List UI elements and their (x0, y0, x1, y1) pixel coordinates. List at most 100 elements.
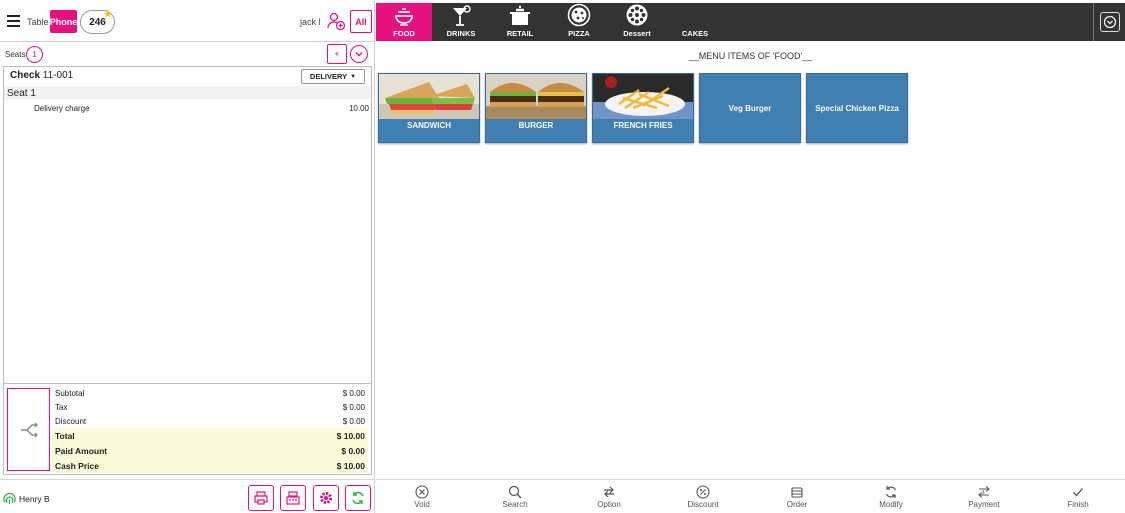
burger-image (486, 74, 586, 119)
order-item-row[interactable]: Delivery charge 10.00 (34, 104, 369, 113)
cash-price-label: Cash Price (55, 461, 99, 471)
split-check-button[interactable] (7, 388, 50, 471)
category-label: CAKES (681, 29, 709, 38)
pot-icon (510, 5, 530, 25)
cash-register-icon (286, 491, 300, 505)
menu-item-burger[interactable]: BURGER (485, 73, 587, 143)
table-mode-button[interactable]: Table (27, 17, 49, 27)
chevron-down-icon[interactable] (350, 45, 368, 63)
menu-item-special-chicken-pizza[interactable]: Special Chicken Pizza (806, 73, 908, 143)
tax-row: Tax $ 0.00 (52, 400, 368, 414)
category-cakes[interactable]: CAKES (667, 3, 723, 41)
action-label: Void (414, 500, 430, 509)
subtotal-value: $ 0.00 (342, 389, 365, 398)
order-header: Table Phone 246 ★ jack l All (0, 0, 375, 42)
cash-drawer-button[interactable] (280, 485, 306, 511)
discount-value: $ 0.00 (342, 417, 365, 426)
subtotal-label: Subtotal (55, 389, 85, 398)
action-label: Payment (968, 500, 1000, 509)
seats-label: Seats (5, 50, 26, 59)
fingerprint-icon (3, 492, 16, 505)
check-icon (1073, 488, 1083, 497)
gear-icon (320, 492, 332, 504)
discount-row: Discount $ 0.00 (52, 414, 368, 428)
total-value: $ 10.00 (336, 431, 365, 441)
paid-value: $ 0.00 (341, 446, 365, 456)
search-icon (508, 485, 522, 499)
all-button[interactable]: All (350, 10, 372, 33)
category-bar: FOOD DRINKS RETAIL PIZZA Dessert CAKES (376, 3, 1125, 41)
split-icon (20, 422, 38, 437)
dessert-icon (626, 4, 648, 26)
pizza-icon (567, 3, 591, 27)
order-type-dropdown[interactable]: DELIVERY ▼ (301, 69, 365, 84)
payment-button[interactable]: $ Payment (944, 480, 1024, 513)
check-panel: Check 11-001 DELIVERY ▼ Seat 1 Delivery … (3, 66, 372, 475)
hamburger-menu-icon[interactable] (7, 15, 20, 27)
sandwich-image (379, 74, 479, 119)
action-label: Modify (879, 500, 903, 509)
discount-button[interactable]: Discount (663, 480, 743, 513)
payment-icon: $ (978, 486, 990, 498)
search-button[interactable]: Search (475, 480, 555, 513)
option-button[interactable]: Option (569, 480, 649, 513)
cash-price-value: $ 10.00 (336, 461, 365, 471)
seat-count-badge[interactable]: 1 (26, 46, 43, 63)
food-bowl-icon (395, 8, 413, 26)
total-row: Total $ 10.00 (52, 428, 368, 443)
menu-item-sandwich[interactable]: SANDWICH (378, 73, 480, 143)
menu-item-label: SANDWICH (407, 121, 451, 130)
check-number: 11-001 (42, 70, 74, 81)
menu-item-label: Special Chicken Pizza (815, 103, 899, 113)
action-label: Order (786, 500, 808, 509)
item-name: Delivery charge (34, 104, 90, 113)
void-icon (415, 485, 429, 499)
tax-label: Tax (55, 403, 68, 412)
user-name: jack l (300, 17, 321, 27)
subtotal-row: Subtotal $ 0.00 (52, 386, 368, 400)
tax-value: $ 0.00 (342, 403, 365, 412)
void-button[interactable]: Void (382, 480, 462, 513)
refresh-button[interactable] (345, 485, 371, 511)
caret-down-icon: ▼ (350, 73, 357, 80)
paid-label: Paid Amount (55, 446, 108, 456)
category-food[interactable]: FOOD (376, 3, 432, 41)
category-collapse-button[interactable] (1093, 3, 1125, 41)
seats-bar: Seats 1 + (0, 43, 375, 65)
order-type-label: DELIVERY (309, 72, 348, 81)
add-user-icon[interactable] (326, 11, 346, 31)
seat-row[interactable]: Seat 1 (4, 86, 371, 100)
discount-icon (696, 485, 710, 499)
modify-button[interactable]: Modify (851, 480, 931, 513)
phone-mode-button[interactable]: Phone (50, 10, 77, 33)
order-icon (791, 487, 803, 498)
action-label: Search (502, 500, 528, 509)
pos-screen: Table Phone 246 ★ jack l All Seats 1 + C… (0, 0, 1125, 513)
category-dessert[interactable]: Dessert (609, 3, 665, 41)
modify-icon (885, 486, 897, 498)
paid-row: Paid Amount $ 0.00 (52, 443, 368, 458)
action-label: Finish (1067, 500, 1089, 509)
finish-button[interactable]: Finish (1038, 480, 1118, 513)
category-label: Dessert (623, 29, 651, 38)
category-retail[interactable]: RETAIL (492, 3, 548, 41)
check-header: Check 11-001 (10, 70, 73, 81)
order-button[interactable]: Order (757, 480, 837, 513)
print-button[interactable] (248, 485, 274, 511)
add-seat-button[interactable]: + (327, 44, 347, 64)
category-label: PIZZA (568, 29, 590, 38)
chevron-down-circle-icon (1099, 12, 1120, 32)
cocktail-icon (453, 5, 471, 26)
menu-item-veg-burger[interactable]: Veg Burger (699, 73, 801, 143)
order-number-badge[interactable]: 246 ★ (80, 9, 115, 34)
menu-item-label: Veg Burger (728, 103, 772, 113)
category-drinks[interactable]: DRINKS (433, 3, 489, 41)
check-label: Check (10, 70, 41, 81)
menu-item-french-fries[interactable]: FRENCH FRIES (592, 73, 694, 143)
category-pizza[interactable]: PIZZA (551, 3, 607, 41)
category-label: DRINKS (446, 29, 476, 38)
settings-button[interactable] (313, 485, 339, 511)
refresh-icon (352, 491, 364, 505)
printer-icon (254, 491, 268, 505)
totals-panel: Subtotal $ 0.00 Tax $ 0.00 Discount $ 0.… (4, 383, 371, 474)
